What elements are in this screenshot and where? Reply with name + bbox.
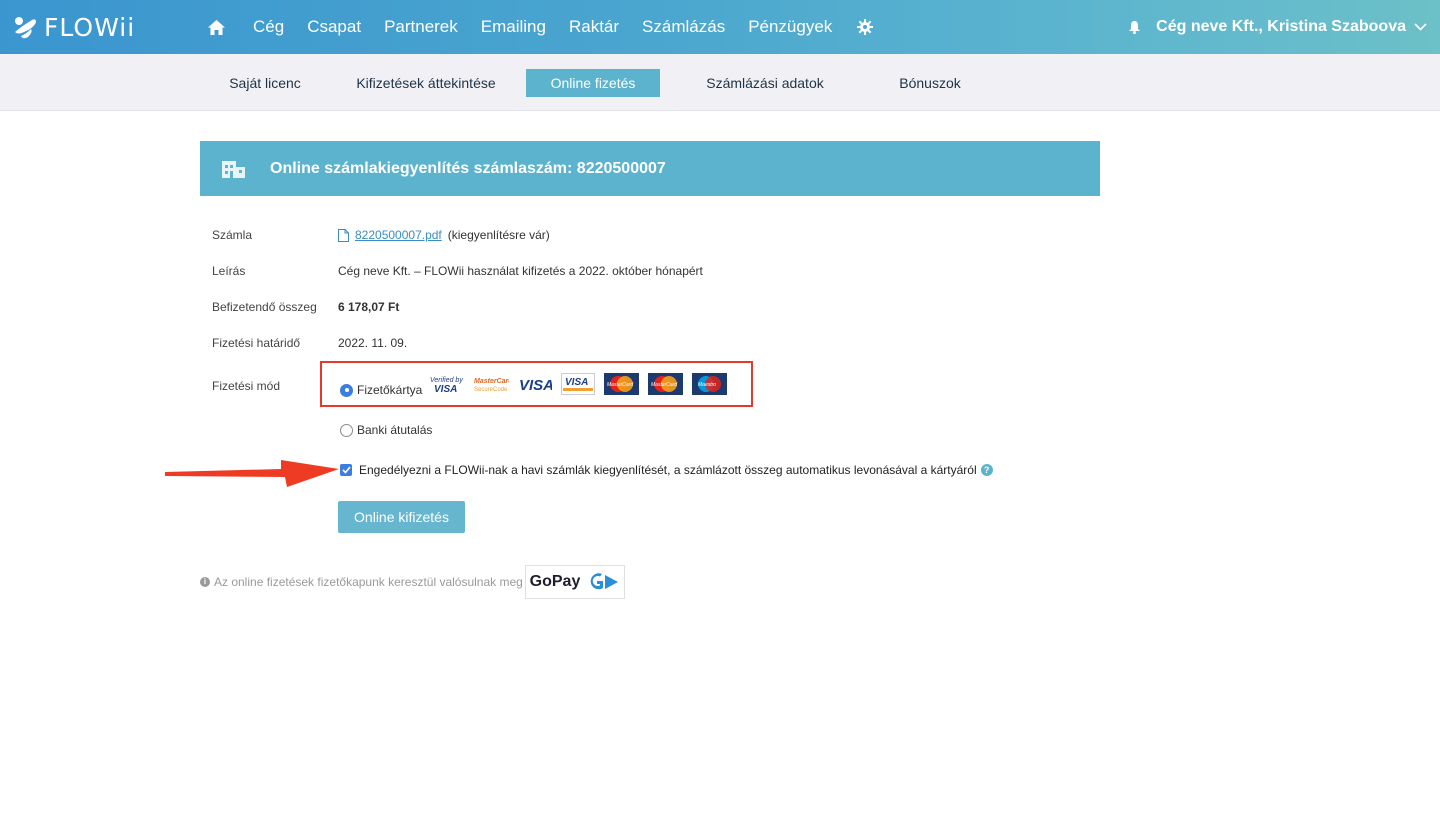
visa-electron-logo: VISA [561, 373, 595, 395]
card-option-label: Fizetőkártya [357, 383, 423, 397]
nav-item-emailing[interactable]: Emailing [481, 17, 546, 37]
bell-icon[interactable] [1126, 18, 1142, 36]
deadline-label: Fizetési határidő [212, 336, 301, 350]
info-icon: i [200, 577, 210, 587]
bank-option-label: Banki átutalás [357, 423, 433, 437]
red-arrow-annotation [165, 460, 339, 487]
online-pay-button[interactable]: Online kifizetés [338, 501, 465, 533]
pdf-file-icon [338, 228, 349, 242]
deadline-value: 2022. 11. 09. [338, 336, 408, 350]
description-value: Cég neve Kft. – FLOWii használat kifizet… [338, 264, 703, 278]
svg-text:Verified by: Verified by [430, 377, 463, 384]
flowii-logo-icon [15, 17, 36, 39]
invoice-value: 8220500007.pdf (kiegyenlítésre vár) [338, 228, 550, 242]
nav-item-raktar[interactable]: Raktár [569, 17, 619, 37]
nav-item-szamlazas[interactable]: Számlázás [642, 17, 725, 37]
gateway-note: i Az online fizetések fizetőkapunk keres… [200, 575, 523, 589]
help-icon[interactable]: ? [980, 464, 993, 476]
amount-value: 6 178,07 Ft [338, 300, 400, 314]
svg-text:SecureCode: SecureCode [474, 387, 508, 393]
payment-option-card[interactable]: Fizetőkártya [340, 383, 422, 397]
nav-item-penzugyek[interactable]: Pénzügyek [748, 17, 832, 37]
nav-item-partnerek[interactable]: Partnerek [384, 17, 458, 37]
payment-option-bank[interactable]: Banki átutalás [340, 423, 432, 437]
invoice-label: Számla [212, 228, 253, 242]
maestro-logo: Maestro [692, 373, 727, 395]
gopay-wordmark: GoPay [529, 573, 581, 590]
user-menu[interactable]: Cég neve Kft., Kristina Szaboova [1126, 0, 1428, 54]
svg-text:MasterCard: MasterCard [607, 382, 633, 388]
invoice-pdf-link[interactable]: 8220500007.pdf [355, 228, 442, 242]
gopay-mark-icon [591, 573, 619, 590]
amount-label: Befizetendő összeg [212, 300, 317, 314]
mastercard-securecode-logo: MasterCard. SecureCode [473, 374, 509, 394]
autopay-checkbox[interactable] [340, 464, 352, 476]
mastercard-alt-logo: MasterCard [648, 373, 683, 395]
tab-bonuszok[interactable]: Bónuszok [890, 69, 970, 97]
mastercard-logo: MasterCard [604, 373, 639, 395]
tab-sajat-licenc[interactable]: Saját licenc [220, 69, 310, 97]
svg-text:Maestro: Maestro [698, 382, 716, 388]
description-label: Leírás [212, 264, 246, 278]
verified-by-visa-logo: Verified by VISA [428, 374, 464, 394]
gear-icon[interactable] [855, 17, 875, 37]
flowii-logo[interactable]: FLOWii [12, 10, 135, 44]
nav-item-ceg[interactable]: Cég [253, 17, 284, 37]
svg-text:VISA: VISA [434, 384, 457, 394]
tab-szamlazasi-adatok[interactable]: Számlázási adatok [695, 69, 835, 97]
main-nav: Cég Csapat Partnerek Emailing Raktár Szá… [205, 0, 875, 54]
payment-method-label: Fizetési mód [212, 379, 281, 393]
tab-online-fizetes[interactable]: Online fizetés [526, 69, 660, 97]
invoice-status: (kiegyenlítésre vár) [447, 228, 550, 242]
svg-text:VISA: VISA [565, 377, 588, 388]
svg-text:VISA: VISA [519, 377, 552, 394]
autopay-label: Engedélyezni a FLOWii-nak a havi számlák… [359, 463, 977, 477]
top-navigation-bar: FLOWii Cég Csapat Partnerek Emailing Rak… [0, 0, 1440, 54]
svg-text:MasterCard: MasterCard [651, 382, 677, 388]
page-title: Online számlakiegyenlítés számlaszám: 82… [270, 159, 666, 177]
building-icon [222, 160, 245, 178]
home-icon[interactable] [205, 16, 227, 38]
tab-kifizetesek-attekintese[interactable]: Kifizetések áttekintése [348, 69, 504, 97]
sub-navigation: Saját licenc Kifizetések áttekintése Onl… [0, 54, 1440, 111]
gateway-note-text: Az online fizetések fizetőkapunk kereszt… [214, 575, 523, 589]
page-header-banner: Online számlakiegyenlítés számlaszám: 82… [200, 141, 1100, 196]
nav-item-csapat[interactable]: Csapat [307, 17, 361, 37]
gopay-logo: GoPay [525, 565, 625, 599]
svg-text:MasterCard.: MasterCard. [474, 378, 509, 385]
chevron-down-icon[interactable] [1414, 20, 1428, 34]
autopay-consent[interactable]: Engedélyezni a FLOWii-nak a havi számlák… [340, 463, 993, 477]
user-name[interactable]: Cég neve Kft., Kristina Szaboova [1156, 18, 1406, 36]
card-logos: Verified by VISA MasterCard. SecureCode … [428, 372, 736, 396]
card-radio[interactable] [340, 383, 353, 397]
bank-radio[interactable] [340, 423, 353, 437]
visa-logo: VISA [518, 374, 552, 394]
brand-name: FLOWii [44, 12, 136, 42]
